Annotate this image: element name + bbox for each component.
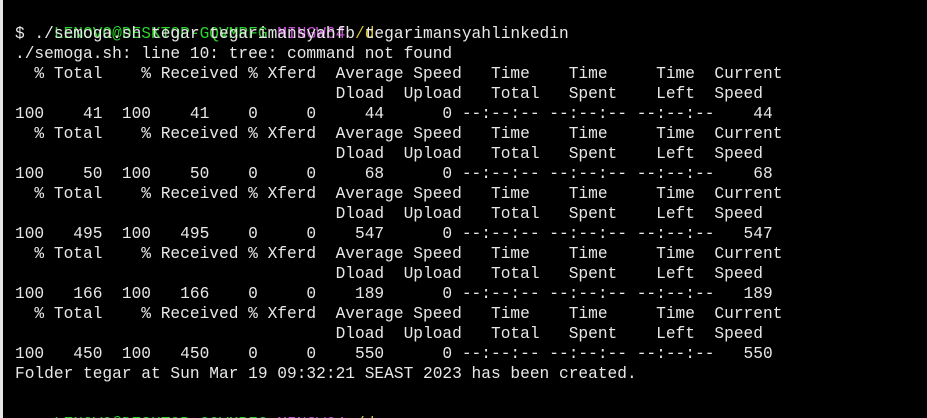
curl-progress: 100 166 100 166 0 0 189 0 --:--:-- --:--… xyxy=(15,285,773,303)
error-line: ./semoga.sh: line 10: tree: command not … xyxy=(15,45,453,63)
command-line: $ ./semoga.sh tegar tegarimansyahfb tega… xyxy=(15,25,569,43)
curl-header-2: Dload Upload Total Spent Left Speed xyxy=(15,205,763,223)
curl-header-1: % Total % Received % Xferd Average Speed… xyxy=(15,65,783,83)
curl-progress: 100 450 100 450 0 0 550 0 --:--:-- --:--… xyxy=(15,345,773,363)
curl-header-2: Dload Upload Total Spent Left Speed xyxy=(15,265,763,283)
curl-progress: 100 50 100 50 0 0 68 0 --:--:-- --:--:--… xyxy=(15,165,773,183)
curl-header-1: % Total % Received % Xferd Average Speed… xyxy=(15,185,783,203)
curl-progress: 100 41 100 41 0 0 44 0 --:--:-- --:--:--… xyxy=(15,105,773,123)
curl-progress: 100 495 100 495 0 0 547 0 --:--:-- --:--… xyxy=(15,225,773,243)
terminal-window[interactable]: LENOVO@DESKTOP-GQVMRFG MINGW64 /d $ ./se… xyxy=(0,0,927,418)
curl-header-1: % Total % Received % Xferd Average Speed… xyxy=(15,305,783,323)
curl-header-1: % Total % Received % Xferd Average Speed… xyxy=(15,125,783,143)
prompt-line: LENOVO@DESKTOP-GQVMRFG MINGW64 /d xyxy=(15,4,927,43)
curl-header-1: % Total % Received % Xferd Average Speed… xyxy=(15,245,783,263)
result-line: Folder tegar at Sun Mar 19 09:32:21 SEAS… xyxy=(15,365,637,383)
curl-header-2: Dload Upload Total Spent Left Speed xyxy=(15,145,763,163)
next-prompt-line: LENOVO@DESKTOP-GQVMRFG MINGW64 /d xyxy=(15,394,927,418)
curl-header-2: Dload Upload Total Spent Left Speed xyxy=(15,85,763,103)
curl-header-2: Dload Upload Total Spent Left Speed xyxy=(15,325,763,343)
